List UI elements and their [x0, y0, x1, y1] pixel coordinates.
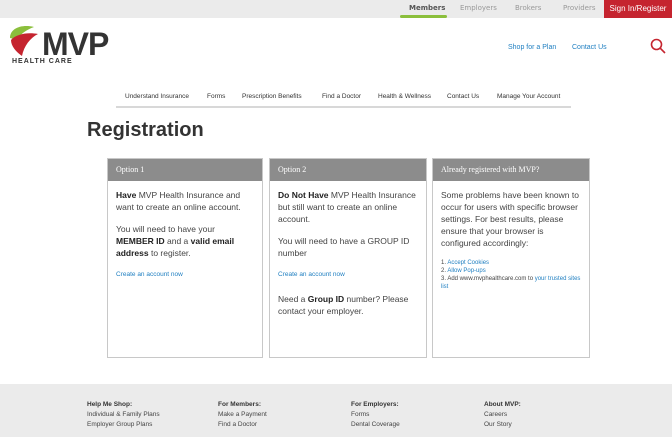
- mvp-logo[interactable]: MVP HEALTH CARE: [8, 24, 118, 68]
- site-footer: Help Me Shop: Individual & Family Plans …: [0, 384, 672, 437]
- main-navigation: Understand Insurance Forms Prescription …: [116, 86, 571, 108]
- logo-wordmark: MVP: [42, 26, 109, 62]
- topbar-employers-link[interactable]: Employers: [460, 4, 497, 12]
- option-1-create-account-link[interactable]: Create an account now: [116, 269, 254, 281]
- browser-steps-list: 1. Accept Cookies 2. Allow Pop-ups 3. Ad…: [441, 259, 581, 291]
- contact-us-link[interactable]: Contact Us: [572, 44, 607, 51]
- footer-our-story-link[interactable]: Our Story: [484, 420, 521, 430]
- allow-popups-link[interactable]: Allow Pop-ups: [447, 268, 485, 274]
- option-2-card: Option 2 Do Not Have MVP Health Insuranc…: [269, 158, 427, 358]
- already-registered-header: Already registered with MVP?: [433, 159, 589, 181]
- mvp-leaf-logo-icon: [10, 26, 38, 56]
- option-2-not-have-strong: Do Not Have: [278, 190, 329, 200]
- footer-careers-link[interactable]: Careers: [484, 410, 521, 420]
- already-registered-card: Already registered with MVP? Some proble…: [432, 158, 590, 358]
- logo-subtitle: HEALTH CARE: [12, 58, 73, 65]
- nav-forms[interactable]: Forms: [207, 93, 225, 100]
- nav-health-wellness[interactable]: Health & Wellness: [378, 93, 431, 100]
- option-2-header: Option 2: [270, 159, 426, 181]
- step-trusted-sites: 3. Add www.mvphealthcare.com to your tru…: [441, 275, 581, 291]
- option-2-group-id-help: Need a Group ID number? Please contact y…: [278, 293, 418, 317]
- footer-employers-heading: For Employers:: [351, 401, 399, 408]
- footer-shop-heading: Help Me Shop:: [87, 401, 133, 408]
- accept-cookies-link[interactable]: Accept Cookies: [447, 260, 489, 266]
- option-2-create-account-link[interactable]: Create an account now: [278, 269, 418, 281]
- option-1-requirements: You will need to have your MEMBER ID and…: [116, 223, 254, 259]
- shop-for-plan-link[interactable]: Shop for a Plan: [508, 44, 556, 51]
- step-allow-popups: 2. Allow Pop-ups: [441, 267, 581, 275]
- nav-contact-us[interactable]: Contact Us: [447, 93, 479, 100]
- footer-dental-coverage-link[interactable]: Dental Coverage: [351, 420, 400, 430]
- group-help-strong: Group ID: [307, 294, 345, 304]
- topbar-brokers-link[interactable]: Brokers: [515, 4, 541, 12]
- topbar-providers-link[interactable]: Providers: [563, 4, 595, 12]
- nav-find-a-doctor[interactable]: Find a Doctor: [322, 93, 361, 100]
- req-text-c: and a: [164, 236, 191, 246]
- search-icon[interactable]: [650, 38, 666, 54]
- footer-about-heading: About MVP:: [484, 401, 521, 408]
- option-1-header: Option 1: [108, 159, 262, 181]
- footer-find-doctor-link[interactable]: Find a Doctor: [218, 420, 267, 430]
- footer-forms-link[interactable]: Forms: [351, 410, 400, 420]
- signin-register-button[interactable]: Sign In/Register: [604, 0, 672, 18]
- top-bar: Members Employers Brokers Providers Sign…: [0, 0, 672, 18]
- req-member-id: MEMBER ID: [116, 236, 165, 246]
- footer-col-about: About MVP: Careers Our Story: [484, 400, 521, 430]
- req-text-a: You will need to have your: [116, 224, 215, 234]
- step-accept-cookies: 1. Accept Cookies: [441, 259, 581, 267]
- req-text-e: to register.: [148, 248, 191, 258]
- nav-prescription-benefits[interactable]: Prescription Benefits: [242, 93, 302, 100]
- option-1-have-strong: Have: [116, 190, 137, 200]
- option-2-description: Do Not Have MVP Health Insurance but sti…: [278, 189, 418, 225]
- footer-col-employers: For Employers: Forms Dental Coverage: [351, 400, 400, 430]
- footer-individual-family-link[interactable]: Individual & Family Plans: [87, 410, 160, 420]
- nav-manage-account[interactable]: Manage Your Account: [497, 93, 560, 100]
- footer-employer-group-link[interactable]: Employer Group Plans: [87, 420, 160, 430]
- option-1-card: Option 1 Have MVP Health Insurance and w…: [107, 158, 263, 358]
- page-title: Registration: [87, 119, 204, 141]
- footer-col-shop: Help Me Shop: Individual & Family Plans …: [87, 400, 160, 430]
- step-3-text: 3. Add www.mvphealthcare.com to: [441, 276, 535, 282]
- option-2-requirements: You will need to have a GROUP ID number: [278, 236, 410, 258]
- group-help-a: Need a: [278, 294, 308, 304]
- option-1-description: Have MVP Health Insurance and want to cr…: [116, 189, 254, 213]
- footer-col-members: For Members: Make a Payment Find a Docto…: [218, 400, 267, 430]
- footer-members-heading: For Members:: [218, 401, 261, 408]
- members-active-indicator: [400, 15, 447, 18]
- browser-settings-note: Some problems have been known to occur f…: [441, 190, 579, 248]
- footer-make-payment-link[interactable]: Make a Payment: [218, 410, 267, 420]
- topbar-members-link[interactable]: Members: [409, 4, 445, 12]
- nav-understand-insurance[interactable]: Understand Insurance: [125, 93, 189, 100]
